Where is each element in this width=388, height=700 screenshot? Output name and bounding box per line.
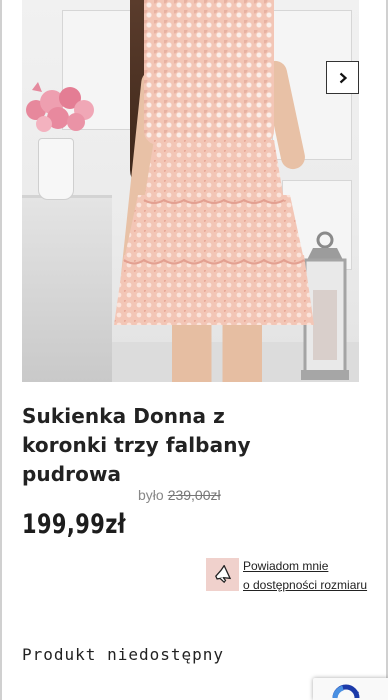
dress-skirt: [114, 140, 314, 325]
recaptcha-icon: [332, 684, 360, 699]
notify-link[interactable]: Powiadom mnie o dostępności rozmiaru: [243, 557, 367, 595]
chevron-right-icon: [339, 72, 347, 83]
notify-link-line1[interactable]: Powiadom mnie: [243, 557, 367, 576]
recaptcha-badge[interactable]: [313, 678, 388, 700]
mirrored-side-table: [22, 195, 112, 382]
product-photo[interactable]: [22, 0, 359, 382]
gallery-next-button[interactable]: [326, 61, 359, 94]
dress-bodice: [144, 0, 274, 145]
page-border-left: [0, 0, 2, 700]
old-price: było 239,00zł: [138, 487, 221, 503]
notify-link-line2[interactable]: o dostępności rozmiaru: [243, 576, 367, 595]
vase: [38, 138, 74, 200]
unavailable-status: Produkt niedostępny: [22, 645, 225, 664]
current-price: 199,99zł: [22, 509, 126, 540]
old-price-label: było: [138, 487, 164, 503]
notify-button[interactable]: [206, 558, 239, 591]
flower-bouquet: [26, 82, 94, 132]
product-title: Sukienka Donna z koronki trzy falbany pu…: [22, 404, 251, 486]
megaphone-icon: [214, 564, 231, 583]
old-price-value: 239,00zł: [167, 487, 221, 503]
